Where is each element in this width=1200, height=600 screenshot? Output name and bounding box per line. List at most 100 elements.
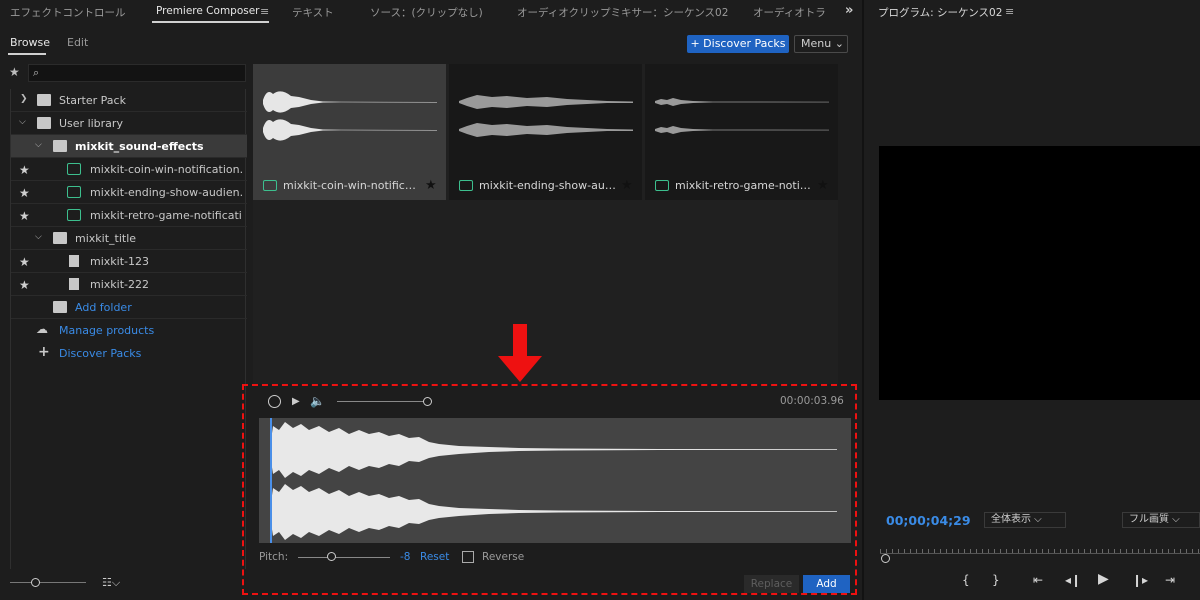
tree-item-audio-2[interactable]: ★ mixkit-ending-show-audien...: [11, 181, 247, 204]
pitch-slider[interactable]: [298, 557, 390, 558]
reverse-checkbox[interactable]: [462, 551, 474, 563]
folder-icon: [37, 94, 51, 106]
reverse-label: Reverse: [482, 551, 525, 563]
tab-effect-controls[interactable]: エフェクトコントロール: [10, 5, 126, 20]
discover-packs-label: Discover Packs: [59, 347, 142, 360]
program-timecode[interactable]: 00;00;04;29: [886, 513, 971, 528]
tree-item-label: mixkit-retro-game-notificati...: [90, 209, 242, 222]
view-mode-icon[interactable]: ☷⌵: [102, 576, 120, 590]
volume-icon[interactable]: 🔈: [310, 394, 325, 408]
tree-item-audio-1[interactable]: ★ mixkit-coin-win-notification...: [11, 158, 247, 181]
thumbnail-size-handle[interactable]: [31, 578, 40, 587]
folder-icon: [53, 232, 67, 244]
asset-card-name: mixkit-ending-show-audi...: [479, 179, 617, 192]
chevron-down-icon[interactable]: ⌵: [35, 232, 42, 242]
tree-item-label: mixkit_sound-effects: [75, 140, 204, 153]
play-button[interactable]: ▶: [1098, 571, 1109, 587]
tab-audio-clip-mixer[interactable]: オーディオクリップミキサー：シーケンス02: [517, 5, 728, 20]
volume-slider-handle[interactable]: [423, 397, 432, 406]
tree-item-label: User library: [59, 117, 123, 130]
document-icon: [69, 278, 79, 290]
mark-out-button[interactable]: }: [992, 573, 1000, 587]
audio-clip-icon: [67, 209, 81, 221]
thumbnail-size-slider[interactable]: [10, 582, 86, 583]
tab-source[interactable]: ソース：(クリップなし): [370, 5, 483, 20]
plus-icon: +: [38, 344, 50, 360]
audio-clip-icon: [67, 186, 81, 198]
add-button[interactable]: Add: [803, 575, 850, 593]
asset-card-name: mixkit-coin-win-notificat...: [283, 179, 421, 192]
folder-icon: [53, 140, 67, 152]
add-folder-label: Add folder: [75, 301, 132, 314]
search-input[interactable]: ⌕: [28, 64, 246, 82]
star-icon[interactable]: ★: [19, 278, 30, 292]
chevron-right-icon[interactable]: ❯: [20, 94, 28, 104]
library-icon: [37, 117, 51, 129]
star-icon[interactable]: ★: [621, 178, 633, 193]
annotation-arrow-head: [498, 356, 542, 382]
chevron-down-icon[interactable]: ⌵: [19, 117, 26, 127]
overflow-icon[interactable]: »: [845, 3, 853, 18]
star-icon[interactable]: ★: [425, 178, 437, 193]
discover-packs-link[interactable]: + Discover Packs: [11, 342, 247, 365]
tab-text[interactable]: テキスト: [292, 5, 334, 20]
playhead[interactable]: [270, 418, 272, 543]
star-icon[interactable]: ★: [19, 255, 30, 269]
tab-edit[interactable]: Edit: [67, 36, 88, 49]
discover-packs-button[interactable]: + Discover Packs: [687, 35, 789, 53]
go-to-out-button[interactable]: ⇥: [1165, 573, 1175, 587]
document-icon: [69, 255, 79, 267]
menu-button[interactable]: Menu ⌄: [794, 35, 848, 53]
mark-in-button[interactable]: {: [962, 573, 970, 587]
star-icon[interactable]: ★: [9, 65, 20, 79]
cloud-icon: ☁: [36, 322, 48, 336]
hamburger-icon[interactable]: ≡: [260, 5, 269, 18]
tab-premiere-composer[interactable]: Premiere Composer: [156, 5, 260, 17]
quality-dropdown[interactable]: フル画質 ⌵: [1122, 512, 1200, 528]
step-back-button[interactable]: ◂❙: [1065, 573, 1081, 587]
volume-slider[interactable]: [337, 401, 427, 402]
asset-card[interactable]: mixkit-ending-show-audi... ★: [449, 64, 642, 200]
tree-item-label: mixkit-222: [90, 278, 149, 291]
asset-card[interactable]: mixkit-coin-win-notificat... ★: [253, 64, 446, 200]
star-icon[interactable]: ★: [19, 209, 30, 223]
tree-item-title-2[interactable]: ★ mixkit-222: [11, 273, 247, 296]
go-to-in-button[interactable]: ⇤: [1033, 573, 1043, 587]
audio-clip-icon: [263, 180, 277, 191]
waveform-preview[interactable]: [259, 418, 851, 543]
tree-item-label: Starter Pack: [59, 94, 126, 107]
asset-card[interactable]: mixkit-retro-game-notifi... ★: [645, 64, 838, 200]
playhead-handle[interactable]: [881, 554, 890, 563]
reset-button[interactable]: Reset: [420, 551, 449, 563]
tree-item-starter-pack[interactable]: ❯ Starter Pack: [11, 89, 247, 112]
star-icon[interactable]: ★: [817, 178, 829, 193]
replace-button[interactable]: Replace: [744, 575, 799, 593]
tab-browse[interactable]: Browse: [10, 36, 50, 49]
preview-timecode: 00:00:03.96: [780, 395, 844, 407]
pitch-value: -8: [400, 551, 411, 563]
step-forward-button[interactable]: ❙▸: [1132, 573, 1148, 587]
manage-products-link[interactable]: ☁ Manage products: [11, 319, 247, 342]
asset-card-name: mixkit-retro-game-notifi...: [675, 179, 813, 192]
asset-grid: mixkit-coin-win-notificat... ★ mixkit-en…: [253, 64, 838, 384]
waveform-thumbnail: [263, 91, 437, 141]
star-icon[interactable]: ★: [19, 186, 30, 200]
panel-tab-bar: エフェクトコントロール Premiere Composer ≡ テキスト ソース…: [0, 0, 862, 24]
timeline-ruler[interactable]: [880, 544, 1200, 554]
tree-item-audio-3[interactable]: ★ mixkit-retro-game-notificati...: [11, 204, 247, 227]
search-icon: ⌕: [33, 66, 40, 79]
tree-item-mixkit-title[interactable]: ⌵ mixkit_title: [11, 227, 247, 250]
tree-item-title-1[interactable]: ★ mixkit-123: [11, 250, 247, 273]
panel-divider[interactable]: [862, 0, 864, 600]
tree-item-user-library[interactable]: ⌵ User library: [11, 112, 247, 135]
play-icon[interactable]: ▶: [292, 396, 300, 407]
tab-audio-track[interactable]: オーディオトラ: [753, 5, 826, 20]
replay-icon[interactable]: [268, 395, 281, 408]
program-monitor-title[interactable]: プログラム: シーケンス02: [878, 5, 1002, 20]
chevron-down-icon[interactable]: ⌵: [35, 140, 42, 150]
star-icon[interactable]: ★: [19, 163, 30, 177]
fit-dropdown[interactable]: 全体表示 ⌵: [984, 512, 1066, 528]
add-folder-link[interactable]: Add folder: [11, 296, 247, 319]
tree-item-mixkit-sound-effects[interactable]: ⌵ mixkit_sound-effects: [11, 135, 247, 158]
hamburger-icon[interactable]: ≡: [1005, 5, 1014, 18]
